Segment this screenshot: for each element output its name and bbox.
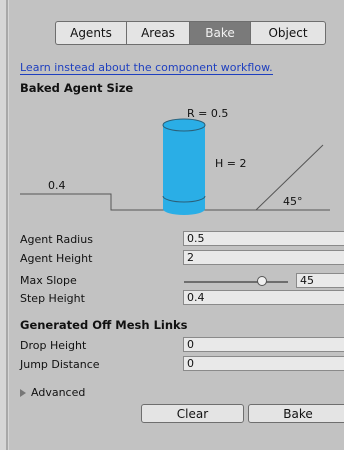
agent-size-diagram: R = 0.5 H = 2 0.4 45°: [20, 107, 330, 215]
bake-button[interactable]: Bake: [248, 404, 344, 423]
offmesh-links-header: Generated Off Mesh Links: [20, 318, 188, 332]
jump-distance-label: Jump Distance: [20, 357, 100, 371]
step-label: 0.4: [48, 179, 66, 192]
jump-distance-field[interactable]: 0: [183, 356, 344, 371]
drop-height-field[interactable]: 0: [183, 337, 344, 352]
advanced-label: Advanced: [31, 386, 86, 399]
step-height-label: Step Height: [20, 291, 85, 305]
agent-radius-label: Agent Radius: [20, 232, 93, 246]
agent-height-label: Agent Height: [20, 251, 93, 265]
foldout-arrow-icon: [20, 388, 26, 397]
advanced-foldout[interactable]: Advanced: [20, 386, 85, 399]
drop-height-label: Drop Height: [20, 338, 87, 352]
slope-label: 45°: [283, 195, 303, 208]
clear-button[interactable]: Clear: [141, 404, 244, 423]
agent-radius-field[interactable]: 0.5: [183, 231, 344, 246]
radius-label: R = 0.5: [187, 107, 228, 120]
max-slope-slider-knob[interactable]: [257, 276, 267, 286]
agent-cylinder-top: [162, 118, 206, 132]
max-slope-field[interactable]: 45: [296, 273, 344, 288]
max-slope-label: Max Slope: [20, 273, 77, 287]
height-label: H = 2: [215, 157, 246, 170]
step-height-field[interactable]: 0.4: [183, 290, 344, 305]
max-slope-slider-track[interactable]: [184, 281, 288, 283]
agent-height-field[interactable]: 2: [183, 250, 344, 265]
